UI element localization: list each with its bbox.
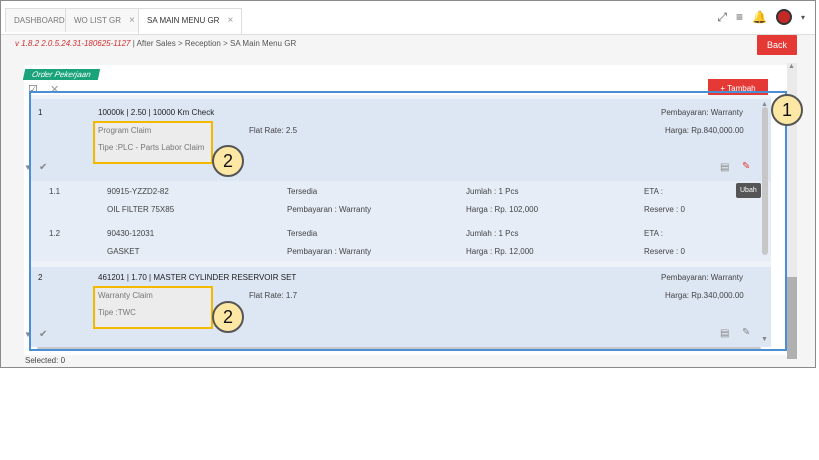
fullscreen-icon[interactable]: ⤢ — [717, 10, 727, 25]
annotation-box — [29, 91, 787, 351]
annotation-marker: 2 — [212, 145, 244, 177]
close-icon[interactable]: × — [227, 15, 233, 26]
tab-sa-main-menu-gr[interactable]: SA MAIN MENU GR × — [138, 8, 243, 34]
top-icons: ⤢ ≡ 🔔 ▾ — [717, 9, 805, 25]
version-label: v 1.8.2 2.0.5.24.31-180625-1127 — [15, 39, 131, 48]
annotation-marker: 2 — [212, 301, 244, 333]
chevron-down-icon[interactable]: ▾ — [801, 13, 805, 22]
scroll-up-icon[interactable]: ▲ — [788, 63, 795, 70]
tab-label: WO LIST GR — [74, 16, 121, 25]
back-button[interactable]: Back — [757, 35, 797, 55]
bell-icon[interactable]: 🔔 — [752, 10, 767, 24]
selected-count: Selected: 0 — [25, 356, 66, 365]
menu-icon[interactable]: ≡ — [736, 10, 743, 24]
breadcrumb: v 1.8.2 2.0.5.24.31-180625-1127 | After … — [15, 39, 296, 48]
close-icon[interactable]: × — [129, 15, 135, 26]
tab-label: DASHBOARD — [14, 16, 65, 25]
section-title: Order Pekerjaan — [22, 69, 100, 80]
tab-label: SA MAIN MENU GR — [147, 16, 220, 25]
page-scrollbar-thumb[interactable] — [787, 277, 797, 359]
avatar[interactable] — [775, 9, 792, 25]
tab-dashboard[interactable]: DASHBOARD — [5, 8, 74, 32]
tab-wo-list-gr[interactable]: WO LIST GR × — [65, 8, 144, 32]
screenshot-frame: DASHBOARD WO LIST GR × SA MAIN MENU GR × ⤢… — [0, 0, 816, 368]
annotation-marker: 1 — [771, 94, 803, 126]
breadcrumb-path: | After Sales > Reception > SA Main Menu… — [132, 39, 297, 48]
tab-bar: DASHBOARD WO LIST GR × SA MAIN MENU GR × ⤢… — [1, 1, 815, 35]
